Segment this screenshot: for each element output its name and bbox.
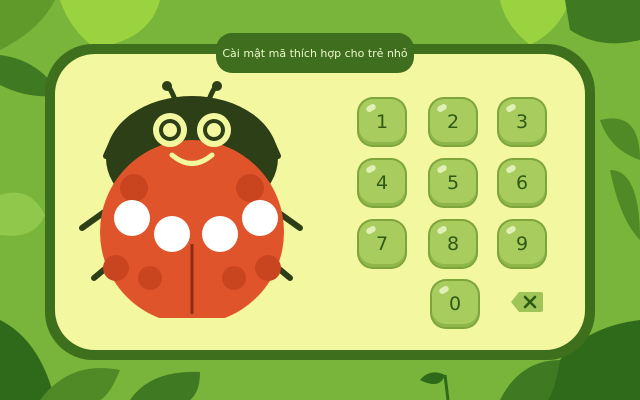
key-label: 3 — [515, 111, 529, 133]
ladybug-mascot — [79, 81, 303, 318]
key-5[interactable]: 5 — [430, 160, 476, 206]
key-label: 5 — [446, 172, 460, 194]
key-label: 8 — [446, 233, 460, 255]
page-title: Cài mật mã thích hợp cho trẻ nhỏ — [216, 33, 414, 73]
key-label: 0 — [448, 293, 462, 315]
key-2[interactable]: 2 — [430, 99, 476, 145]
pin-dot — [242, 200, 278, 236]
key-0[interactable]: 0 — [432, 281, 478, 327]
key-6[interactable]: 6 — [499, 160, 545, 206]
key-9[interactable]: 9 — [499, 221, 545, 267]
pin-dot — [202, 216, 238, 252]
pin-dot — [154, 216, 190, 252]
key-label: 4 — [375, 172, 389, 194]
key-label: 9 — [515, 233, 529, 255]
key-label: 6 — [515, 172, 529, 194]
key-3[interactable]: 3 — [499, 99, 545, 145]
key-label: 7 — [375, 233, 389, 255]
key-7[interactable]: 7 — [359, 221, 405, 267]
key-4[interactable]: 4 — [359, 160, 405, 206]
key-1[interactable]: 1 — [359, 99, 405, 145]
pin-dot — [114, 200, 150, 236]
key-8[interactable]: 8 — [430, 221, 476, 267]
key-label: 2 — [446, 111, 460, 133]
key-label: 1 — [375, 111, 389, 133]
backspace-x-icon[interactable] — [510, 291, 544, 313]
